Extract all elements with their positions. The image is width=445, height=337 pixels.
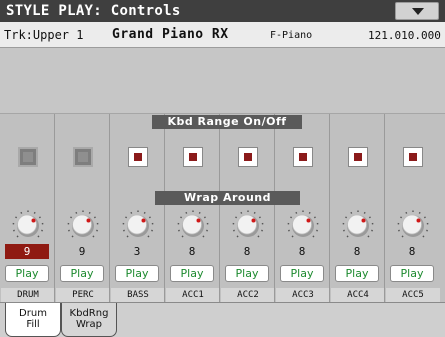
- play-button[interactable]: Play: [280, 265, 324, 282]
- chevron-down-icon: [412, 8, 424, 15]
- column-divider: [384, 114, 385, 302]
- track-info-bar: Trk:Upper 1 Grand Piano RX F-Piano 121.0…: [0, 22, 445, 48]
- page-title: STYLE PLAY: Controls: [6, 3, 181, 19]
- play-button[interactable]: Play: [225, 265, 269, 282]
- wrap-knob-icon[interactable]: [122, 209, 154, 241]
- column-divider: [329, 114, 330, 302]
- track-name: DRUM: [1, 288, 55, 302]
- wrap-knob-icon[interactable]: [287, 209, 319, 241]
- track-column: 3 Play BASS: [111, 114, 165, 302]
- track-name: ACC2: [221, 288, 275, 302]
- play-button[interactable]: Play: [115, 265, 159, 282]
- kbd-range-checkbox[interactable]: [183, 147, 203, 167]
- info-band: [0, 48, 445, 114]
- column-divider: [109, 114, 110, 302]
- track-column: 9 Play DRUM: [1, 114, 55, 302]
- track-name: PERC: [56, 288, 110, 302]
- track-column: 8 Play ACC4: [331, 114, 385, 302]
- tab-drum-fill-line1: Drum: [19, 308, 47, 319]
- play-button[interactable]: Play: [335, 265, 379, 282]
- wrap-knob-icon[interactable]: [232, 209, 264, 241]
- play-button[interactable]: Play: [170, 265, 214, 282]
- track-column: 9 Play PERC: [56, 114, 110, 302]
- sound-bank: F-Piano: [270, 30, 313, 41]
- kbd-range-checkbox[interactable]: [128, 147, 148, 167]
- column-divider: [54, 114, 55, 302]
- wrap-value: 8: [298, 245, 306, 258]
- tab-drum-fill-line2: Fill: [26, 319, 40, 330]
- track-column: 8 Play ACC2: [221, 114, 275, 302]
- title-bar: STYLE PLAY: Controls: [0, 0, 445, 22]
- wrap-knob-icon[interactable]: [342, 209, 374, 241]
- wrap-value: 9: [5, 244, 49, 259]
- kbd-range-label: Kbd Range On/Off: [152, 115, 302, 129]
- track-column: 8 Play ACC1: [166, 114, 220, 302]
- play-button[interactable]: Play: [390, 265, 434, 282]
- wrap-value: 8: [243, 245, 251, 258]
- column-divider: [219, 114, 220, 302]
- column-divider: [164, 114, 165, 302]
- track-name: ACC5: [386, 288, 440, 302]
- kbd-range-checkbox[interactable]: [403, 147, 423, 167]
- wrap-knob-icon[interactable]: [12, 209, 44, 241]
- play-button[interactable]: Play: [5, 265, 49, 282]
- tempo-readout: 121.010.000: [368, 29, 441, 42]
- wrap-value: 8: [188, 245, 196, 258]
- track-name: ACC3: [276, 288, 330, 302]
- track-label: Trk:Upper 1: [4, 28, 84, 42]
- wrap-knob-icon[interactable]: [177, 209, 209, 241]
- wrap-around-label: Wrap Around: [155, 191, 300, 205]
- tab-kbdrng-wrap-line1: KbdRng: [69, 308, 109, 319]
- tab-kbdrng-wrap-line2: Wrap: [75, 319, 103, 330]
- track-name: BASS: [111, 288, 165, 302]
- wrap-knob-icon[interactable]: [397, 209, 429, 241]
- wrap-knob-icon[interactable]: [67, 209, 99, 241]
- kbd-range-checkbox[interactable]: [293, 147, 313, 167]
- track-column: 8 Play ACC5: [386, 114, 440, 302]
- track-column: 8 Play ACC3: [276, 114, 330, 302]
- wrap-value: 8: [353, 245, 361, 258]
- wrap-value: 3: [133, 245, 141, 258]
- play-button[interactable]: Play: [60, 265, 104, 282]
- tab-bar: Drum Fill KbdRng Wrap: [0, 302, 445, 337]
- page-menu-button[interactable]: [395, 2, 439, 20]
- kbd-range-checkbox[interactable]: [238, 147, 258, 167]
- tab-kbdrng-wrap[interactable]: KbdRng Wrap: [61, 303, 117, 337]
- wrap-value: 9: [78, 245, 86, 258]
- style-play-controls-screen: STYLE PLAY: Controls Trk:Upper 1 Grand P…: [0, 0, 445, 337]
- track-name: ACC1: [166, 288, 220, 302]
- column-divider: [274, 114, 275, 302]
- track-name: ACC4: [331, 288, 385, 302]
- kbd-range-checkbox[interactable]: [348, 147, 368, 167]
- kbd-range-checkbox: [18, 147, 38, 167]
- wrap-value: 8: [408, 245, 416, 258]
- sound-name[interactable]: Grand Piano RX: [112, 27, 229, 42]
- kbd-range-checkbox: [73, 147, 93, 167]
- tab-drum-fill[interactable]: Drum Fill: [5, 303, 61, 337]
